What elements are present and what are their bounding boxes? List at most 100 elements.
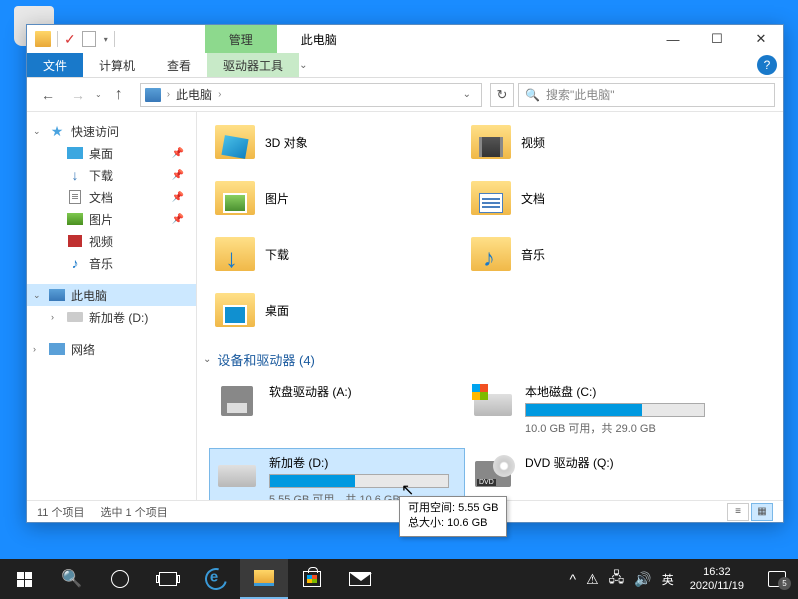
help-button[interactable]: ?: [757, 55, 777, 75]
sidebar-thispc[interactable]: ⌄ 此电脑: [27, 284, 196, 306]
forward-button[interactable]: →: [65, 82, 91, 108]
folder-downloads[interactable]: 下载: [209, 228, 465, 280]
up-button[interactable]: ↑: [106, 82, 132, 108]
tray-security-icon[interactable]: ⚠: [586, 571, 599, 588]
address-dropdown-icon[interactable]: ⌄: [457, 89, 477, 100]
folder-desktop[interactable]: 桌面: [209, 284, 465, 336]
drive-local-c[interactable]: 本地磁盘 (C:) 10.0 GB 可用，共 29.0 GB: [465, 377, 721, 442]
folder-icon: [215, 293, 255, 327]
drive-icon: [67, 312, 83, 322]
qat-dropdown-icon[interactable]: ▾: [104, 35, 108, 44]
section-devices-header[interactable]: ⌄ 设备和驱动器 (4): [203, 350, 771, 369]
breadcrumb-thispc[interactable]: 此电脑: [176, 86, 212, 103]
history-dropdown-icon[interactable]: ⌄: [95, 90, 102, 99]
app-icon: [35, 31, 51, 47]
drives-section: 软盘驱动器 (A:) 本地磁盘 (C:) 10.0 GB 可用，共 29.0 G…: [209, 377, 771, 502]
taskbar-edge[interactable]: [192, 559, 240, 599]
drive-new-d[interactable]: 新加卷 (D:) 5.55 GB 可用，共 10.6 GB: [209, 448, 465, 502]
qat-newfolder-icon[interactable]: [82, 31, 96, 47]
tray-volume-icon[interactable]: 🔊: [634, 571, 651, 588]
document-icon: [69, 190, 81, 204]
caret-icon[interactable]: ⌄: [33, 290, 41, 301]
pin-icon: 📌: [172, 192, 184, 203]
close-button[interactable]: ✕: [739, 25, 783, 53]
separator: [57, 31, 58, 47]
ribbon-tab-view[interactable]: 查看: [151, 53, 207, 77]
pin-icon: 📌: [172, 214, 184, 225]
folder-pictures[interactable]: 图片: [209, 172, 465, 224]
tray-network-icon[interactable]: 🖧: [609, 567, 625, 591]
ribbon-tab-computer[interactable]: 计算机: [83, 53, 151, 77]
address-bar[interactable]: › 此电脑 › ⌄: [140, 83, 482, 107]
pin-icon: 📌: [172, 170, 184, 181]
search-input[interactable]: 🔍 搜索"此电脑": [518, 83, 775, 107]
storage-bar: [269, 474, 449, 488]
navigation-bar: ← → ⌄ ↑ › 此电脑 › ⌄ ↻ 🔍 搜索"此电脑": [27, 78, 783, 112]
search-icon: 🔍: [525, 88, 540, 102]
start-button[interactable]: [0, 559, 48, 599]
notification-center-icon[interactable]: 5: [768, 571, 786, 587]
windows-icon: [17, 572, 32, 587]
ribbon-collapse-icon[interactable]: ⌄: [299, 60, 307, 71]
tiles-view-button[interactable]: ▦: [751, 503, 773, 521]
explorer-icon: [254, 570, 274, 586]
taskbar-mail[interactable]: [336, 559, 384, 599]
drive-floppy-a[interactable]: 软盘驱动器 (A:): [209, 377, 465, 442]
tray-ime[interactable]: 英: [662, 571, 674, 588]
sidebar-quickaccess[interactable]: ⌄ ★ 快速访问: [27, 120, 196, 142]
ribbon-tab-drivetools[interactable]: 驱动器工具: [207, 53, 299, 77]
folder-3dobjects[interactable]: 3D 对象: [209, 116, 465, 168]
cortana-button[interactable]: [96, 559, 144, 599]
sidebar-network[interactable]: › 网络: [27, 338, 196, 360]
sidebar-label: 快速访问: [71, 123, 119, 140]
drive-dvd-q[interactable]: DVD 驱动器 (Q:): [465, 448, 721, 502]
caret-icon[interactable]: ›: [51, 312, 54, 322]
taskbar-explorer[interactable]: [240, 559, 288, 599]
details-view-button[interactable]: ≡: [727, 503, 749, 521]
sidebar-item-music[interactable]: ♪音乐: [27, 252, 196, 274]
network-icon: [49, 343, 65, 355]
chevron-down-icon: ⌄: [203, 354, 211, 365]
folder-icon: [215, 125, 255, 159]
ribbon-tab-file[interactable]: 文件: [27, 53, 83, 77]
folder-videos[interactable]: 视频: [465, 116, 721, 168]
star-icon: ★: [49, 123, 65, 139]
folder-icon: [471, 181, 511, 215]
file-explorer-window: ✓ ▾ 管理 此电脑 — ☐ ✕ 文件 计算机 查看 驱动器工具 ⌄ ? ← →…: [26, 24, 784, 523]
back-button[interactable]: ←: [35, 82, 61, 108]
search-icon: 🔍: [61, 569, 82, 589]
tray-overflow-icon[interactable]: ^: [570, 571, 577, 587]
navigation-pane: ⌄ ★ 快速访问 桌面📌 下载📌 文档📌 图片📌 视频 ♪音乐 ⌄ 此电脑 › …: [27, 112, 197, 502]
sidebar-item-downloads[interactable]: 下载📌: [27, 164, 196, 186]
search-button[interactable]: 🔍: [48, 559, 96, 599]
selection-count: 选中 1 个项目: [100, 504, 167, 520]
caret-icon[interactable]: ⌄: [33, 126, 41, 137]
qat-properties-icon[interactable]: ✓: [64, 31, 76, 48]
breadcrumb-sep[interactable]: ›: [167, 89, 170, 100]
floppy-icon: [215, 383, 259, 419]
storage-bar: [525, 403, 705, 417]
item-count: 11 个项目: [37, 504, 84, 520]
folder-icon: [215, 181, 255, 215]
sidebar-item-drive-d[interactable]: › 新加卷 (D:): [27, 306, 196, 328]
sidebar-item-videos[interactable]: 视频: [27, 230, 196, 252]
folder-documents[interactable]: 文档: [465, 172, 721, 224]
folder-music[interactable]: 音乐: [465, 228, 721, 280]
caret-icon[interactable]: ›: [33, 344, 36, 354]
contextual-tab-label: 管理: [205, 25, 277, 53]
sidebar-item-desktop[interactable]: 桌面📌: [27, 142, 196, 164]
minimize-button[interactable]: —: [651, 25, 695, 53]
taskbar-store[interactable]: [288, 559, 336, 599]
tray-clock[interactable]: 16:32 2020/11/19: [684, 565, 750, 594]
breadcrumb-sep[interactable]: ›: [218, 89, 221, 100]
sidebar-item-pictures[interactable]: 图片📌: [27, 208, 196, 230]
maximize-button[interactable]: ☐: [695, 25, 739, 53]
dvd-icon: [471, 454, 515, 490]
quick-access-toolbar: ✓ ▾: [27, 31, 115, 48]
sidebar-item-documents[interactable]: 文档📌: [27, 186, 196, 208]
taskview-button[interactable]: [144, 559, 192, 599]
refresh-button[interactable]: ↻: [490, 83, 514, 107]
hdd-icon: [215, 454, 259, 490]
download-icon: [67, 167, 83, 183]
window-title: 此电脑: [301, 31, 337, 48]
